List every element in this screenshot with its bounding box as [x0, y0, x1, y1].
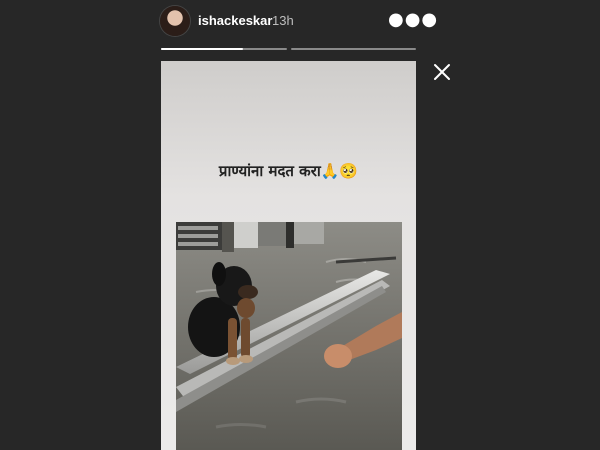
more-options-icon[interactable]: ●●● [388, 6, 437, 34]
progress-fill-1 [161, 48, 243, 50]
story-header: ishackeskar 13h ●●● [160, 4, 437, 38]
timestamp: 13h [272, 13, 294, 28]
username[interactable]: ishackeskar [198, 13, 272, 28]
story-caption: प्राण्यांना मदत करा🙏🥺 [218, 162, 359, 180]
story-photo [176, 222, 402, 450]
avatar[interactable] [160, 6, 190, 36]
progress-bar-2 [291, 48, 416, 50]
close-icon[interactable] [430, 60, 454, 84]
progress-bar-1 [161, 48, 287, 50]
story-frame[interactable]: प्राण्यांना मदत करा🙏🥺 [161, 61, 416, 450]
flood-dog-image [176, 222, 402, 450]
